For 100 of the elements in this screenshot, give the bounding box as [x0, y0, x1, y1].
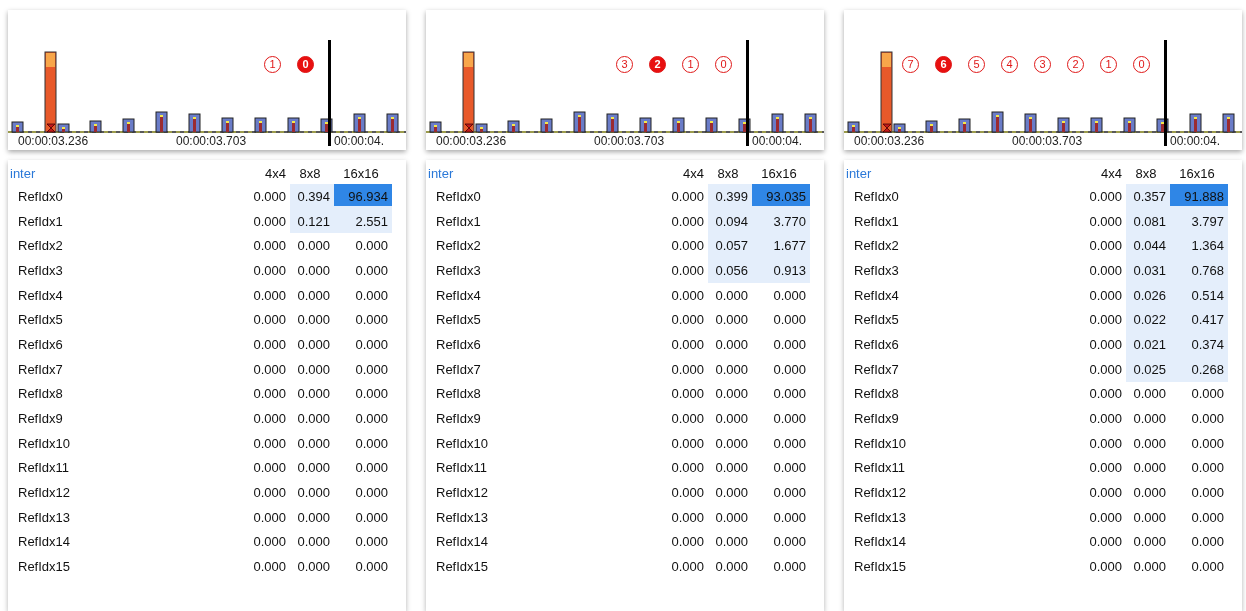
table-cell[interactable]: 0.000: [290, 282, 334, 308]
table-cell[interactable]: 0.000: [1170, 480, 1228, 505]
table-cell[interactable]: 0.000: [1170, 554, 1228, 579]
table-cell[interactable]: 0.000: [1076, 529, 1126, 555]
table-cell[interactable]: 0.000: [1076, 455, 1126, 481]
table-cell[interactable]: 0.000: [334, 406, 392, 431]
table-cell[interactable]: 0.000: [240, 332, 290, 357]
table-cell[interactable]: 0.000: [1076, 307, 1126, 333]
table-cell[interactable]: 0.000: [658, 233, 708, 259]
table-cell[interactable]: 0.913: [752, 258, 810, 283]
table-cell[interactable]: 0.000: [1126, 455, 1170, 481]
table-cell[interactable]: 0.000: [334, 504, 392, 530]
table-cell[interactable]: 0.374: [1170, 332, 1228, 357]
table-cell[interactable]: 0.000: [1126, 406, 1170, 431]
table-cell[interactable]: 0.000: [1170, 529, 1228, 555]
table-cell[interactable]: 0.000: [290, 406, 334, 431]
table-cell[interactable]: 0.121: [290, 208, 334, 234]
reference-marker[interactable]: 0: [297, 56, 314, 73]
table-cell[interactable]: 0.000: [1076, 258, 1126, 283]
table-cell[interactable]: 0.000: [708, 529, 752, 555]
table-cell[interactable]: 0.417: [1170, 307, 1228, 333]
table-cell[interactable]: 0.000: [658, 184, 708, 209]
table-cell[interactable]: 0.031: [1126, 258, 1170, 283]
table-cell[interactable]: 0.000: [240, 356, 290, 382]
table-cell[interactable]: 1.677: [752, 233, 810, 259]
table-cell[interactable]: 0.268: [1170, 356, 1228, 382]
table-cell[interactable]: 0.000: [1076, 406, 1126, 431]
table-cell[interactable]: 0.000: [1170, 455, 1228, 481]
table-cell[interactable]: 0.000: [658, 480, 708, 505]
table-cell[interactable]: 0.768: [1170, 258, 1228, 283]
table-cell[interactable]: 0.022: [1126, 307, 1170, 333]
table-cell[interactable]: 0.000: [240, 381, 290, 407]
table-cell[interactable]: 0.000: [334, 430, 392, 456]
table-cell[interactable]: 0.021: [1126, 332, 1170, 357]
reference-marker[interactable]: 6: [935, 56, 952, 73]
table-cell[interactable]: 3.797: [1170, 208, 1228, 234]
table-cell[interactable]: 0.000: [1126, 529, 1170, 555]
table-cell[interactable]: 0.000: [658, 381, 708, 407]
table-cell[interactable]: 0.000: [290, 529, 334, 555]
table-cell[interactable]: 3.770: [752, 208, 810, 234]
table-cell[interactable]: 0.000: [1076, 480, 1126, 505]
table-cell[interactable]: 0.000: [658, 208, 708, 234]
table-cell[interactable]: 0.000: [708, 406, 752, 431]
table-cell[interactable]: 0.000: [1126, 480, 1170, 505]
table-cell[interactable]: 0.000: [290, 504, 334, 530]
table-cell[interactable]: 0.000: [240, 430, 290, 456]
table-cell[interactable]: 0.000: [334, 529, 392, 555]
table-cell[interactable]: 0.000: [752, 381, 810, 407]
table-cell[interactable]: 0.000: [1170, 504, 1228, 530]
table-cell[interactable]: 0.000: [240, 480, 290, 505]
table-cell[interactable]: 0.000: [1076, 233, 1126, 259]
table-cell[interactable]: 0.000: [290, 233, 334, 259]
table-cell[interactable]: 0.000: [240, 258, 290, 283]
table-cell[interactable]: 0.094: [708, 208, 752, 234]
table-cell[interactable]: 0.000: [1076, 332, 1126, 357]
table-cell[interactable]: 0.000: [658, 406, 708, 431]
table-cell[interactable]: 0.000: [708, 282, 752, 308]
table-cell[interactable]: 0.000: [334, 554, 392, 579]
table-cell[interactable]: 0.000: [752, 455, 810, 481]
table-cell[interactable]: 0.000: [658, 258, 708, 283]
table-cell[interactable]: 0.000: [708, 430, 752, 456]
table-cell[interactable]: 0.000: [1126, 504, 1170, 530]
table-cell[interactable]: 0.000: [290, 258, 334, 283]
table-cell[interactable]: 0.000: [290, 455, 334, 481]
table-cell[interactable]: 0.000: [708, 381, 752, 407]
table-cell[interactable]: 0.000: [752, 504, 810, 530]
table-cell[interactable]: 0.000: [1126, 381, 1170, 407]
table-cell[interactable]: 0.000: [1126, 430, 1170, 456]
table-cell[interactable]: 93.035: [752, 184, 810, 209]
table-cell[interactable]: 0.000: [658, 332, 708, 357]
table-cell[interactable]: 0.000: [1170, 406, 1228, 431]
table-cell[interactable]: 0.000: [1126, 554, 1170, 579]
table-cell[interactable]: 0.000: [658, 282, 708, 308]
table-cell[interactable]: 0.000: [240, 233, 290, 259]
table-cell[interactable]: 0.000: [1170, 430, 1228, 456]
table-cell[interactable]: 0.000: [752, 529, 810, 555]
table-cell[interactable]: 0.056: [708, 258, 752, 283]
table-cell[interactable]: 0.000: [290, 430, 334, 456]
table-cell[interactable]: 0.000: [240, 282, 290, 308]
table-cell[interactable]: 0.000: [240, 504, 290, 530]
table-cell[interactable]: 0.000: [240, 554, 290, 579]
table-cell[interactable]: 0.000: [658, 504, 708, 530]
table-cell[interactable]: 0.000: [1076, 554, 1126, 579]
table-cell[interactable]: 0.000: [752, 406, 810, 431]
table-cell[interactable]: 0.000: [658, 554, 708, 579]
table-cell[interactable]: 0.000: [1076, 282, 1126, 308]
table-cell[interactable]: 0.394: [290, 184, 334, 209]
table-cell[interactable]: 0.000: [334, 233, 392, 259]
table-cell[interactable]: 0.000: [658, 455, 708, 481]
table-cell[interactable]: 0.000: [240, 406, 290, 431]
table-cell[interactable]: 0.000: [240, 529, 290, 555]
table-cell[interactable]: 91.888: [1170, 184, 1228, 209]
table-cell[interactable]: 0.000: [290, 356, 334, 382]
table-cell[interactable]: 0.000: [752, 554, 810, 579]
table-cell[interactable]: 0.000: [752, 307, 810, 333]
table-cell[interactable]: 0.000: [658, 356, 708, 382]
table-cell[interactable]: 0.000: [708, 356, 752, 382]
table-cell[interactable]: 0.081: [1126, 208, 1170, 234]
table-cell[interactable]: 0.000: [290, 480, 334, 505]
table-cell[interactable]: 0.057: [708, 233, 752, 259]
